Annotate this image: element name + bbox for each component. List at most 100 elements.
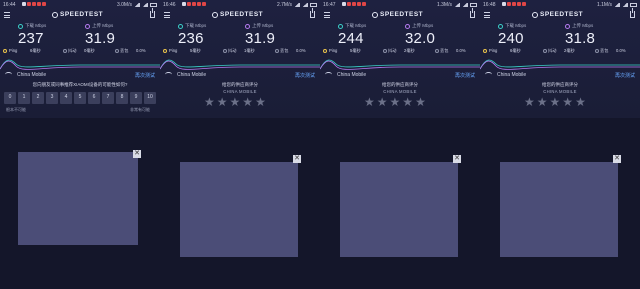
jitter-label: 抖动 — [228, 48, 237, 53]
ad-placeholder[interactable] — [180, 162, 298, 257]
star-icon[interactable]: ★ — [524, 96, 535, 108]
upload-metric: 上传 Mbps 31.9 — [245, 23, 295, 47]
download-value: 236 — [178, 30, 204, 47]
star-icon[interactable]: ★ — [550, 96, 561, 108]
ping-value: 5毫秒 — [190, 48, 201, 53]
jitter-label: 抖动 — [548, 48, 557, 53]
nps-option-6[interactable]: 6 — [88, 92, 100, 104]
menu-icon[interactable] — [4, 12, 10, 18]
loss-icon — [595, 48, 599, 53]
notification-icons — [22, 2, 46, 6]
retest-link[interactable]: 再次测试 — [295, 72, 315, 79]
star-icon[interactable]: ★ — [562, 96, 573, 108]
star-icon[interactable]: ★ — [415, 96, 426, 108]
upload-icon — [565, 23, 570, 29]
nps-option-2[interactable]: 2 — [32, 92, 44, 104]
loss-icon — [275, 48, 279, 53]
jitter-label: 抖动 — [388, 48, 397, 53]
ping-label: Ping — [169, 48, 178, 53]
battery-icon — [470, 3, 477, 7]
nps-option-7[interactable]: 7 — [102, 92, 114, 104]
star-icon[interactable]: ★ — [575, 96, 586, 108]
brand-title: SPEEDTEST — [52, 11, 103, 18]
ad-placeholder[interactable] — [18, 152, 138, 245]
share-icon[interactable] — [150, 8, 155, 18]
share-icon[interactable] — [630, 8, 635, 18]
star-icon[interactable]: ★ — [217, 96, 228, 108]
close-icon[interactable]: ✕ — [133, 150, 141, 158]
notification-icon — [197, 2, 201, 6]
nps-option-1[interactable]: 1 — [18, 92, 30, 104]
ping-value: 6毫秒 — [30, 48, 41, 53]
speed-graph — [320, 59, 480, 70]
nps-option-5[interactable]: 5 — [74, 92, 86, 104]
nps-option-4[interactable]: 4 — [60, 92, 72, 104]
menu-icon[interactable] — [484, 12, 490, 18]
notification-icon — [42, 2, 46, 6]
status-time: 16:46 — [163, 2, 176, 8]
upload-label: 上传 Mbps — [245, 23, 295, 29]
notification-icons — [342, 2, 366, 6]
close-icon[interactable]: ✕ — [293, 155, 301, 163]
download-value: 237 — [18, 30, 44, 47]
star-icon[interactable]: ★ — [364, 96, 375, 108]
star-icon[interactable]: ★ — [402, 96, 413, 108]
share-icon[interactable] — [310, 8, 315, 18]
loss-label: 丢包 — [280, 48, 289, 53]
notification-icon — [352, 2, 356, 6]
loss-label: 丢包 — [120, 48, 129, 53]
star-icon[interactable]: ★ — [204, 96, 215, 108]
nps-option-0[interactable]: 0 — [4, 92, 16, 104]
ping-label: Ping — [489, 48, 498, 53]
star-icon[interactable]: ★ — [390, 96, 401, 108]
ad-placeholder[interactable] — [340, 162, 458, 257]
signal-icon — [142, 3, 148, 7]
nps-option-9[interactable]: 9 — [130, 92, 142, 104]
wifi-icon — [5, 72, 12, 77]
download-value: 240 — [498, 30, 524, 47]
nps-option-8[interactable]: 8 — [116, 92, 128, 104]
app-header: SPEEDTEST — [320, 8, 480, 21]
menu-icon[interactable] — [324, 12, 330, 18]
star-icon[interactable]: ★ — [537, 96, 548, 108]
star-icon[interactable]: ★ — [255, 96, 266, 108]
wifi-icon — [165, 72, 172, 77]
speedtest-logo-icon — [372, 11, 378, 18]
carrier-row: China Mobile 再次测试 — [0, 70, 160, 80]
menu-icon[interactable] — [164, 12, 170, 18]
close-icon[interactable]: ✕ — [453, 155, 461, 163]
star-icon[interactable]: ★ — [230, 96, 241, 108]
nps-option-3[interactable]: 3 — [46, 92, 58, 104]
star-icon[interactable]: ★ — [242, 96, 253, 108]
jitter-icon — [383, 48, 387, 53]
status-right: 3.0M/s — [117, 2, 157, 8]
brand-text: SPEEDTEST — [220, 11, 264, 18]
retest-link[interactable]: 再次测试 — [135, 72, 155, 79]
retest-link[interactable]: 再次测试 — [615, 72, 635, 79]
upload-icon — [405, 23, 410, 29]
notification-icon — [182, 2, 186, 6]
wifi-icon — [325, 72, 332, 77]
star-icon[interactable]: ★ — [377, 96, 388, 108]
upload-value: 31.9 — [85, 30, 115, 47]
status-bar: 16:48 1.1M/s — [480, 0, 640, 10]
notification-icon — [357, 2, 361, 6]
loss-value: 0.0% — [136, 48, 146, 53]
nps-option-10[interactable]: 10 — [144, 92, 156, 104]
download-label: 下载 Mbps — [498, 23, 548, 29]
net-speed: 2.7M/s — [276, 2, 292, 8]
signal-icon — [302, 3, 308, 7]
status-bar: 16:44 3.0M/s — [0, 0, 160, 10]
notification-icon — [517, 2, 521, 6]
download-icon — [338, 23, 343, 29]
close-icon[interactable]: ✕ — [613, 155, 621, 163]
download-icon — [178, 23, 183, 29]
loss-value: 0.0% — [616, 48, 626, 53]
status-bar: 16:47 1.3M/s — [320, 0, 480, 10]
retest-link[interactable]: 再次测试 — [455, 72, 475, 79]
upload-label: 上传 Mbps — [85, 23, 135, 29]
share-icon[interactable] — [470, 8, 475, 18]
survey-question: 给您的供应商评分 — [222, 82, 258, 87]
notification-icons — [502, 2, 526, 6]
ad-placeholder[interactable] — [500, 162, 618, 257]
